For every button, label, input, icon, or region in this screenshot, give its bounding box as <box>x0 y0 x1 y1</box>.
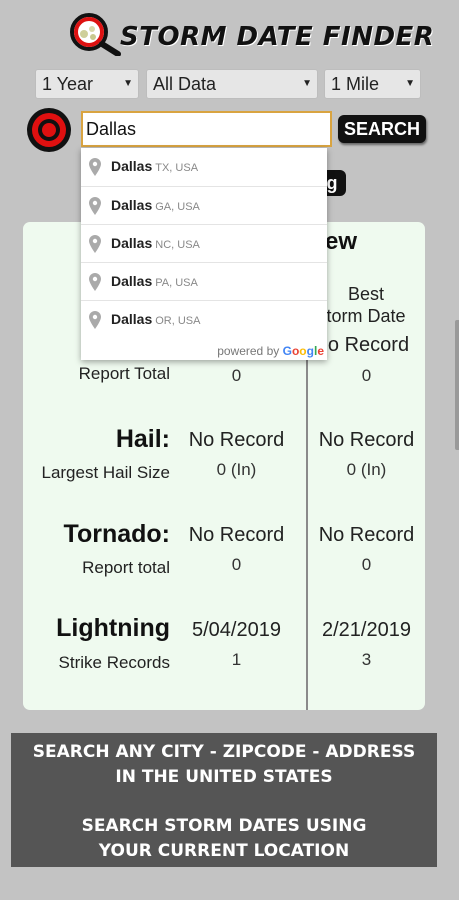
suggestion-region: GA, USA <box>155 201 200 213</box>
suggestion-city: Dallas GA, USA <box>111 197 200 213</box>
tornado-title: Tornado: <box>63 520 170 548</box>
hail-recent-count: 0 (In) <box>216 460 257 479</box>
info-line-1: SEARCH ANY CITY - ZIPCODE - ADDRESS <box>32 742 416 762</box>
hail-title: Hail: <box>115 425 170 453</box>
map-pin-icon <box>89 158 101 176</box>
map-pin-icon <box>89 273 101 291</box>
suggestion-city: Dallas OR, USA <box>111 311 201 327</box>
app-title: STORM DATE FINDER <box>120 22 435 52</box>
app-header: STORM DATE FINDER <box>0 8 459 58</box>
hail-recent-value: No Record <box>188 429 285 451</box>
lightning-best-value: 2/21/2019 <box>322 619 411 641</box>
hail-best-value: No Record <box>318 429 415 451</box>
wind-recent-count: 0 <box>231 366 242 385</box>
chevron-down-icon: ▼ <box>405 78 415 89</box>
suggestion-region: PA, USA <box>155 277 198 289</box>
best-label-line1: Best <box>347 284 385 304</box>
suggestion-region: NC, USA <box>155 239 200 251</box>
scrollbar[interactable] <box>455 320 459 450</box>
tornado-best-value: No Record <box>318 524 415 546</box>
data-type-select-value: All Data <box>153 74 217 94</box>
search-button[interactable]: SEARCH <box>338 115 426 143</box>
powered-by-google: powered by Google <box>217 344 324 358</box>
lightning-best-count: 3 <box>361 650 372 669</box>
wind-best-count: 0 <box>361 366 372 385</box>
lightning-recent-count: 1 <box>231 650 242 669</box>
tornado-recent-count: 0 <box>231 555 242 574</box>
suggestion-item[interactable]: Dallas NC, USA <box>81 224 327 262</box>
suggestion-city: Dallas NC, USA <box>111 235 200 251</box>
info-banner[interactable]: SEARCH ANY CITY - ZIPCODE - ADDRESS IN T… <box>11 733 437 867</box>
map-pin-icon <box>89 311 101 329</box>
best-storm-date-label: Best torm Date <box>316 283 416 327</box>
search-input[interactable] <box>81 111 332 147</box>
tornado-best-count: 0 <box>361 555 372 574</box>
map-pin-icon <box>89 235 101 253</box>
best-column-header: ew <box>325 228 358 255</box>
period-select[interactable]: 1 Year ▼ <box>35 69 139 99</box>
tornado-sub-label: Report total <box>82 558 170 577</box>
suggestion-city: Dallas PA, USA <box>111 273 198 289</box>
suggestion-region: TX, USA <box>155 162 199 174</box>
map-pin-icon <box>89 197 101 215</box>
google-logo: Google <box>282 344 324 358</box>
suggestion-item[interactable]: Dallas PA, USA <box>81 262 327 300</box>
info-line-4: YOUR CURRENT LOCATION <box>98 841 350 861</box>
chevron-down-icon: ▼ <box>302 78 312 89</box>
autocomplete-dropdown: Dallas TX, USA Dallas GA, USA Dallas NC, US… <box>81 148 327 360</box>
chevron-down-icon: ▼ <box>123 78 133 89</box>
suggestion-city: Dallas TX, USA <box>111 158 199 174</box>
data-type-select[interactable]: All Data ▼ <box>146 69 318 99</box>
powered-by-text: powered by <box>217 344 280 358</box>
magnifier-hail-icon <box>70 13 121 56</box>
radius-select-value: 1 Mile <box>331 74 380 94</box>
target-icon[interactable] <box>26 107 72 153</box>
tornado-recent-value: No Record <box>188 524 285 546</box>
lightning-title: Lightning <box>56 614 170 642</box>
suggestion-item[interactable]: Dallas OR, USA <box>81 300 327 338</box>
info-line-2: IN THE UNITED STATES <box>115 767 333 787</box>
suggestion-region: OR, USA <box>155 315 201 327</box>
suggestion-item[interactable]: Dallas TX, USA <box>81 148 327 186</box>
radius-select[interactable]: 1 Mile ▼ <box>324 69 421 99</box>
info-line-3: SEARCH STORM DATES USING <box>81 816 367 836</box>
hail-best-count: 0 (In) <box>346 460 387 479</box>
best-label-line2: torm Date <box>326 306 406 326</box>
lightning-recent-value: 5/04/2019 <box>192 619 281 641</box>
wind-sub-label: Report Total <box>78 364 170 383</box>
period-select-value: 1 Year <box>42 74 94 94</box>
lightning-sub-label: Strike Records <box>58 653 170 672</box>
hail-sub-label: Largest Hail Size <box>41 463 170 482</box>
suggestion-item[interactable]: Dallas GA, USA <box>81 186 327 224</box>
